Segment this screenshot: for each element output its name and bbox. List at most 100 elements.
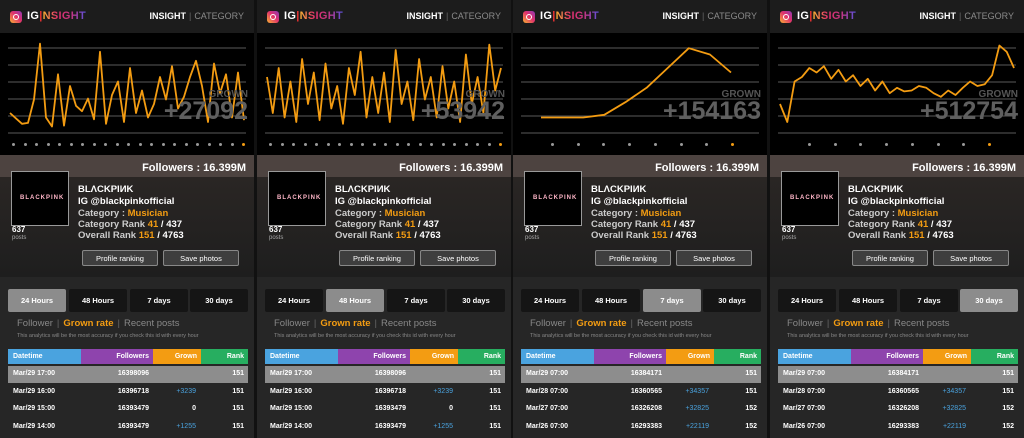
subtab-recent-posts[interactable]: Recent posts xyxy=(637,318,692,329)
header-datetime[interactable]: Datetime xyxy=(265,349,338,364)
table-row[interactable]: Mar/29 17:00 16398096 151 xyxy=(8,366,248,383)
tab-30-days[interactable]: 30 days xyxy=(960,289,1018,312)
profile-ranking-button[interactable]: Profile ranking xyxy=(82,250,158,266)
table-row[interactable]: Mar/29 15:00 16393479 0 151 xyxy=(8,401,248,418)
pager-dot[interactable] xyxy=(69,143,73,146)
pager-dot[interactable] xyxy=(988,143,991,146)
avatar[interactable]: BLACKPINK xyxy=(781,171,839,226)
pager-dot[interactable] xyxy=(551,143,554,146)
subtab-recent-posts[interactable]: Recent posts xyxy=(381,318,436,329)
pager-dot[interactable] xyxy=(230,143,234,146)
tab-24-hours[interactable]: 24 Hours xyxy=(265,289,323,312)
pager-dot[interactable] xyxy=(653,143,657,146)
table-row[interactable]: Mar/28 07:00 16360565 +34357 151 xyxy=(521,384,761,401)
subtab-follower[interactable]: Follower xyxy=(17,318,53,329)
table-row[interactable]: Mar/27 07:00 16326208 +32825 152 xyxy=(778,401,1018,418)
nav-insight-link[interactable]: INSIGHT xyxy=(919,11,956,21)
pager-dot[interactable] xyxy=(269,143,272,146)
table-row[interactable]: Mar/29 16:00 16396718 +3239 151 xyxy=(265,384,505,401)
header-followers[interactable]: Followers xyxy=(851,349,923,364)
pager-dot[interactable] xyxy=(150,143,153,146)
header-datetime[interactable]: Datetime xyxy=(521,349,594,364)
pager-dot[interactable] xyxy=(395,143,399,146)
pager-dot[interactable] xyxy=(372,143,376,146)
subtab-grown-rate[interactable]: Grown rate xyxy=(63,318,113,329)
pager-dot[interactable] xyxy=(602,143,606,146)
tab-48-hours[interactable]: 48 Hours xyxy=(582,289,640,312)
pager-dot[interactable] xyxy=(92,143,96,146)
pager-dot[interactable] xyxy=(23,143,27,146)
pager-dot[interactable] xyxy=(418,143,422,146)
pager-dot[interactable] xyxy=(441,143,445,146)
pager-dot[interactable] xyxy=(910,143,914,146)
pager-dot[interactable] xyxy=(219,143,222,146)
nav-insight-link[interactable]: INSIGHT xyxy=(406,11,443,21)
table-row[interactable]: Mar/29 07:00 16384171 151 xyxy=(521,366,761,383)
save-photos-button[interactable]: Save photos xyxy=(163,250,239,266)
pager-dot[interactable] xyxy=(173,143,176,146)
table-row[interactable]: Mar/28 07:00 16360565 +34357 151 xyxy=(778,384,1018,401)
pager-dot[interactable] xyxy=(476,143,479,146)
pager-dot[interactable] xyxy=(705,143,709,146)
pager-dot[interactable] xyxy=(361,143,364,146)
tab-30-days[interactable]: 30 days xyxy=(190,289,248,312)
header-followers[interactable]: Followers xyxy=(81,349,153,364)
tab-48-hours[interactable]: 48 Hours xyxy=(326,289,384,312)
avatar[interactable]: BLACKPINK xyxy=(268,171,326,226)
pager-dot[interactable] xyxy=(58,143,61,146)
table-row[interactable]: Mar/26 07:00 16293383 +22119 152 xyxy=(521,419,761,436)
pager-dot[interactable] xyxy=(196,143,199,146)
save-photos-button[interactable]: Save photos xyxy=(676,250,752,266)
pager-dot[interactable] xyxy=(885,143,889,146)
tab-48-hours[interactable]: 48 Hours xyxy=(69,289,127,312)
pager-dot[interactable] xyxy=(12,143,15,146)
profile-ranking-button[interactable]: Profile ranking xyxy=(339,250,415,266)
subtab-follower[interactable]: Follower xyxy=(787,318,823,329)
pager-dot[interactable] xyxy=(161,143,165,146)
tab-24-hours[interactable]: 24 Hours xyxy=(778,289,836,312)
pager-dot[interactable] xyxy=(731,143,734,146)
tab-30-days[interactable]: 30 days xyxy=(703,289,761,312)
save-photos-button[interactable]: Save photos xyxy=(420,250,496,266)
tab-7-days[interactable]: 7 days xyxy=(643,289,701,312)
pager-dot[interactable] xyxy=(315,143,318,146)
subtab-follower[interactable]: Follower xyxy=(530,318,566,329)
pager-dot[interactable] xyxy=(859,143,863,146)
table-row[interactable]: Mar/29 15:00 16393479 0 151 xyxy=(265,401,505,418)
pager-dot[interactable] xyxy=(576,143,580,146)
nav-category-link[interactable]: CATEGORY xyxy=(194,11,244,21)
header-grown[interactable]: Grown xyxy=(666,349,714,364)
tab-24-hours[interactable]: 24 Hours xyxy=(8,289,66,312)
pager-dot[interactable] xyxy=(115,143,119,146)
nav-category-link[interactable]: CATEGORY xyxy=(707,11,757,21)
subtab-grown-rate[interactable]: Grown rate xyxy=(320,318,370,329)
tab-7-days[interactable]: 7 days xyxy=(387,289,445,312)
pager-dot[interactable] xyxy=(35,143,38,146)
nav-category-link[interactable]: CATEGORY xyxy=(451,11,501,21)
app-logo[interactable]: IG|NSIGHT xyxy=(284,10,343,22)
pager-dot[interactable] xyxy=(962,143,966,146)
subtab-grown-rate[interactable]: Grown rate xyxy=(833,318,883,329)
pager-dot[interactable] xyxy=(303,143,307,146)
nav-insight-link[interactable]: INSIGHT xyxy=(149,11,186,21)
pager-dot[interactable] xyxy=(46,143,50,146)
chart-pager-dots[interactable] xyxy=(770,143,1024,149)
pager-dot[interactable] xyxy=(81,143,84,146)
subtab-follower[interactable]: Follower xyxy=(274,318,310,329)
pager-dot[interactable] xyxy=(430,143,433,146)
header-grown[interactable]: Grown xyxy=(923,349,971,364)
pager-dot[interactable] xyxy=(292,143,295,146)
table-row[interactable]: Mar/29 07:00 16384171 151 xyxy=(778,366,1018,383)
app-logo[interactable]: IG|NSIGHT xyxy=(540,10,599,22)
table-row[interactable]: Mar/26 07:00 16293383 +22119 152 xyxy=(778,419,1018,436)
table-row[interactable]: Mar/29 14:00 16393479 +1255 151 xyxy=(8,419,248,436)
app-logo[interactable]: IG|NSIGHT xyxy=(27,10,86,22)
pager-dot[interactable] xyxy=(407,143,410,146)
pager-dot[interactable] xyxy=(207,143,211,146)
subtab-recent-posts[interactable]: Recent posts xyxy=(124,318,179,329)
profile-ranking-button[interactable]: Profile ranking xyxy=(852,250,928,266)
subtab-recent-posts[interactable]: Recent posts xyxy=(894,318,949,329)
pager-dot[interactable] xyxy=(184,143,188,146)
pager-dot[interactable] xyxy=(679,143,683,146)
pager-dot[interactable] xyxy=(280,143,284,146)
